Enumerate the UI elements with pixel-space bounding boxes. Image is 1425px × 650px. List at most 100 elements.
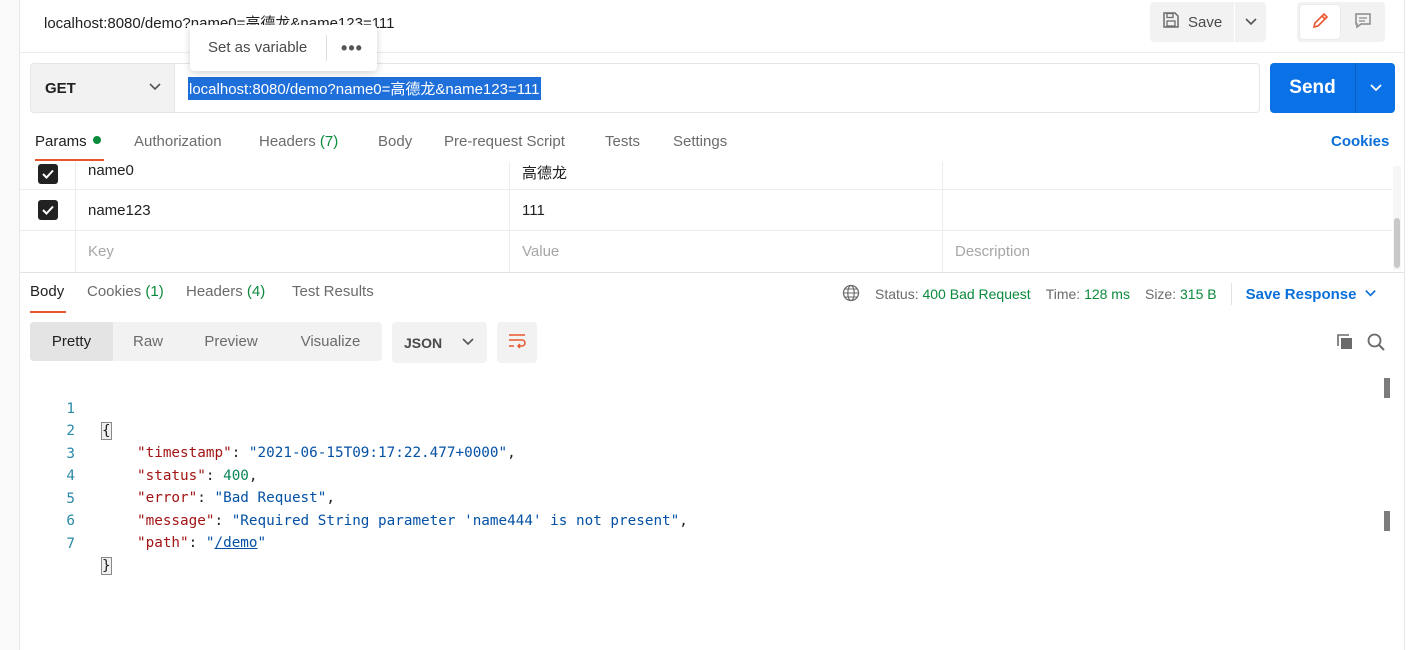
code-line: 1 { (20, 376, 112, 440)
json-value-link[interactable]: /demo (214, 535, 257, 551)
size-label: Size: (1144, 286, 1177, 302)
tab-params-label: Params (35, 133, 87, 150)
json-comma: , (248, 468, 258, 484)
status-value[interactable]: 400 Bad Request (922, 286, 1030, 302)
active-tab-underline (30, 311, 66, 313)
tab-params[interactable]: Params (35, 133, 101, 150)
param-value[interactable]: 高德龙 (510, 162, 943, 189)
row-checkbox-cell (20, 231, 76, 272)
response-tab-headers-count: (4) (246, 283, 266, 300)
json-value: "Required String parameter 'name444' is … (231, 513, 680, 529)
response-tab-cookies[interactable]: Cookies (1) (87, 283, 164, 300)
view-mode-segmented: Pretty Raw Preview Visualize (30, 322, 382, 361)
tab-settings[interactable]: Settings (673, 133, 727, 150)
wrap-lines-icon (506, 330, 528, 355)
status-label: Status: (875, 286, 919, 302)
response-divider[interactable] (20, 272, 1404, 273)
active-tab-underline (35, 159, 104, 161)
param-key[interactable]: name123 (76, 190, 510, 230)
json-key: "timestamp" (137, 445, 232, 461)
chevron-down-icon (1364, 286, 1377, 303)
code-line: 4 "error": "Bad Request", (20, 443, 335, 506)
row-checkbox[interactable] (37, 200, 58, 220)
save-button[interactable]: Save (1150, 2, 1235, 42)
chevron-down-icon (1369, 80, 1383, 97)
method-value: GET (45, 79, 76, 97)
key-placeholder[interactable]: Key (76, 231, 510, 272)
format-select[interactable]: JSON (392, 322, 487, 363)
code-line: 6 "path": "/demo" (20, 488, 266, 551)
json-value: "2021-06-15T09:17:22.477+0000" (248, 445, 508, 461)
send-button[interactable]: Send (1270, 63, 1356, 113)
json-key: "error" (137, 490, 198, 506)
param-value[interactable]: 111 (510, 190, 943, 230)
comments-mode-button[interactable] (1344, 5, 1382, 39)
response-status-bar: Status: 400 Bad Request Time: 128 ms Siz… (842, 283, 1377, 305)
comment-icon (1353, 11, 1373, 34)
tab-headers[interactable]: Headers (7) (259, 133, 338, 150)
more-options-button[interactable]: ••• (327, 38, 377, 59)
view-pretty-button[interactable]: Pretty (30, 322, 113, 361)
response-tab-body[interactable]: Body (30, 283, 64, 300)
set-as-variable-button[interactable]: Set as variable (190, 35, 327, 61)
json-colon: : (231, 445, 249, 461)
param-key[interactable]: name0 (76, 162, 510, 189)
format-value: JSON (404, 334, 443, 351)
save-response-label: Save Response (1245, 285, 1357, 303)
description-placeholder[interactable]: Description (943, 231, 1392, 272)
save-response-button[interactable]: Save Response (1246, 286, 1378, 303)
code-line: 5 "message": "Required String parameter … (20, 466, 688, 529)
line-number: 7 (66, 536, 75, 552)
size-value[interactable]: 315 B (1180, 286, 1217, 302)
param-description[interactable] (943, 162, 1392, 189)
table-row: name123 111 (20, 190, 1392, 231)
tab-tests[interactable]: Tests (605, 133, 640, 150)
json-key: "message" (137, 513, 215, 529)
json-colon: : (188, 535, 206, 551)
json-key: "path" (137, 535, 189, 551)
tab-authorization[interactable]: Authorization (134, 133, 222, 150)
params-table: name0 高德龙 name123 111 Key Value Descript… (20, 162, 1392, 272)
json-comma: , (507, 445, 516, 461)
search-icon[interactable] (1366, 332, 1386, 355)
code-line: 2 "timestamp": "2021-06-15T09:17:22.477+… (20, 398, 515, 461)
left-sidebar-rail (0, 0, 20, 650)
view-visualize-button[interactable]: Visualize (279, 322, 382, 361)
chevron-down-icon (148, 79, 162, 97)
chevron-down-icon (1244, 14, 1258, 31)
cookies-link[interactable]: Cookies (1331, 133, 1389, 150)
time-value[interactable]: 128 ms (1084, 286, 1130, 302)
tab-headers-label: Headers (259, 133, 316, 150)
tab-body[interactable]: Body (378, 133, 412, 150)
response-tab-test-results[interactable]: Test Results (292, 283, 374, 300)
method-select[interactable]: GET (30, 63, 175, 113)
view-preview-button[interactable]: Preview (183, 322, 279, 361)
save-button-label: Save (1188, 13, 1223, 31)
right-sidebar-rail (1404, 0, 1425, 650)
save-icon (1162, 11, 1180, 33)
view-raw-button[interactable]: Raw (113, 322, 183, 361)
response-body-editor[interactable]: 1 { 2 "timestamp": "2021-06-15T09:17:22.… (20, 375, 1384, 650)
response-tab-headers-label: Headers (186, 283, 243, 300)
param-description[interactable] (943, 190, 1392, 230)
editor-scrollbar-marker[interactable] (1384, 378, 1390, 398)
tab-pre-request-script[interactable]: Pre-request Script (444, 133, 565, 150)
row-checkbox[interactable] (37, 163, 58, 184)
json-colon: : (205, 468, 224, 484)
wrap-lines-button[interactable] (497, 322, 537, 363)
response-tab-cookies-label: Cookies (87, 283, 142, 300)
edit-mode-button[interactable] (1300, 5, 1340, 39)
globe-icon[interactable] (842, 284, 860, 305)
chevron-down-icon (461, 334, 475, 351)
json-comma: , (679, 513, 688, 529)
row-checkbox-cell (20, 190, 76, 230)
params-scrollbar-thumb[interactable] (1394, 218, 1400, 268)
copy-icon[interactable] (1335, 332, 1355, 355)
checkmark-icon (41, 205, 54, 215)
editor-scrollbar-marker[interactable] (1384, 511, 1390, 531)
response-tab-headers[interactable]: Headers (4) (186, 283, 265, 300)
send-dropdown-button[interactable] (1356, 63, 1395, 113)
value-placeholder[interactable]: Value (510, 231, 943, 272)
table-row: name0 高德龙 (20, 162, 1392, 190)
save-dropdown-button[interactable] (1235, 2, 1266, 42)
